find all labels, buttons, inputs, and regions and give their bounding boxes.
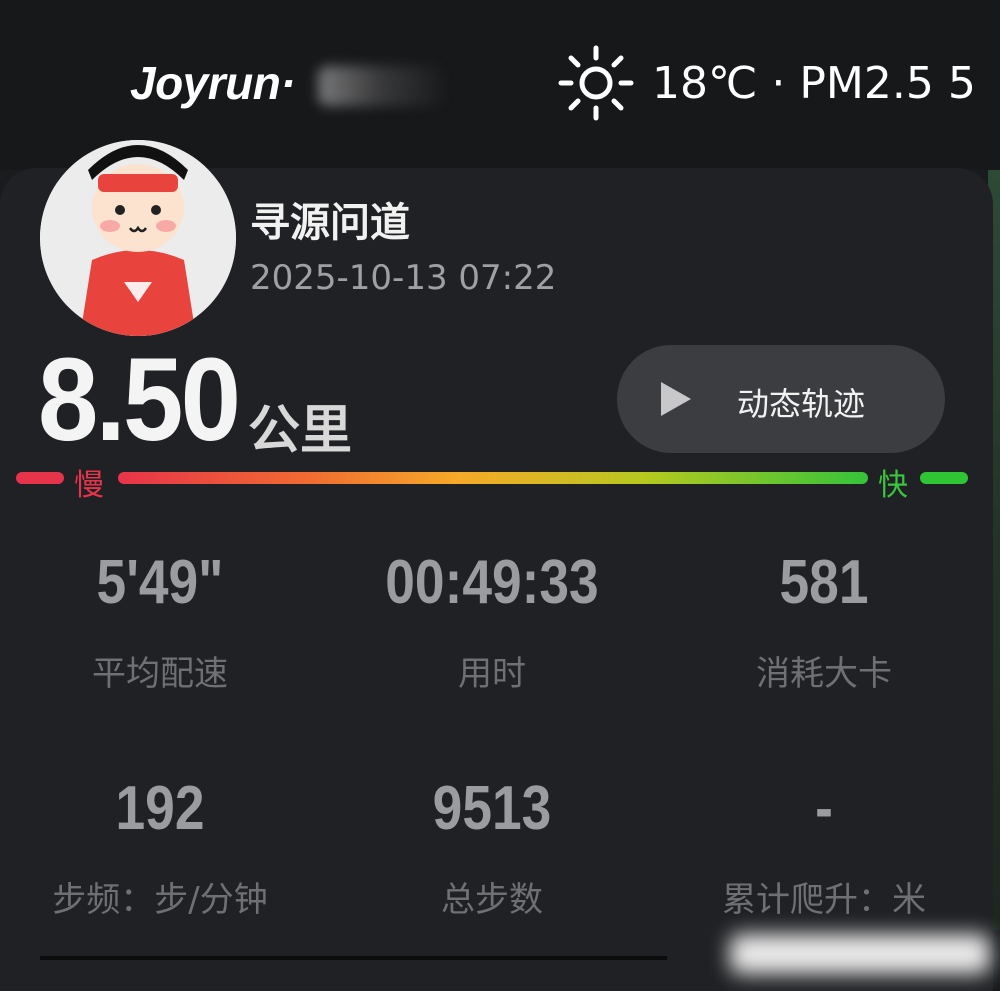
stat-label: 平均配速	[92, 654, 228, 694]
dynamic-track-label: 动态轨迹	[737, 385, 866, 423]
stat-calories: 581 消耗大卡	[674, 552, 974, 695]
stat-value: 5'49"	[96, 548, 224, 617]
blurred-brand-suffix	[318, 66, 443, 106]
stat-label: 步频：步/分钟	[52, 880, 268, 920]
pace-legend-fast-label: 快	[878, 468, 908, 503]
stat-value: -	[815, 774, 833, 843]
stat-value: 581	[779, 548, 869, 617]
username: 寻源问道	[250, 200, 410, 246]
play-icon	[661, 382, 691, 416]
stat-label: 累计爬升：米	[722, 880, 926, 920]
brand-logo-text: Joyrun·	[130, 57, 296, 109]
stat-total-steps: 9513 总步数	[342, 778, 642, 921]
run-datetime: 2025-10-13 07:22	[250, 258, 557, 298]
pace-gradient-bar	[118, 472, 868, 484]
stat-label: 总步数	[441, 880, 543, 920]
stat-cadence: 192 步频：步/分钟	[10, 778, 310, 921]
stat-value: 192	[115, 774, 205, 843]
stat-duration: 00:49:33 用时	[342, 552, 642, 695]
stat-elevation-gain: - 累计爬升：米	[674, 778, 974, 921]
avatar[interactable]	[40, 140, 236, 336]
stat-label: 用时	[458, 654, 526, 694]
stat-value: 00:49:33	[385, 548, 599, 617]
pace-legend-slow-label: 慢	[74, 468, 104, 503]
distance-value: 8.50	[38, 334, 241, 466]
avatar-illustration	[40, 140, 236, 336]
stat-avg-pace: 5'49" 平均配速	[10, 552, 310, 695]
dynamic-track-button[interactable]: 动态轨迹	[617, 345, 945, 453]
divider	[40, 956, 667, 960]
blurred-watermark	[730, 934, 990, 974]
stat-label: 消耗大卡	[756, 654, 892, 694]
distance-unit: 公里	[248, 401, 353, 461]
sun-icon	[558, 45, 634, 121]
pace-legend-slow-bar	[16, 472, 64, 484]
weather-text: 18℃ · PM2.5 5	[652, 58, 976, 109]
stat-value: 9513	[432, 774, 552, 843]
pace-legend-fast-bar	[920, 472, 968, 484]
